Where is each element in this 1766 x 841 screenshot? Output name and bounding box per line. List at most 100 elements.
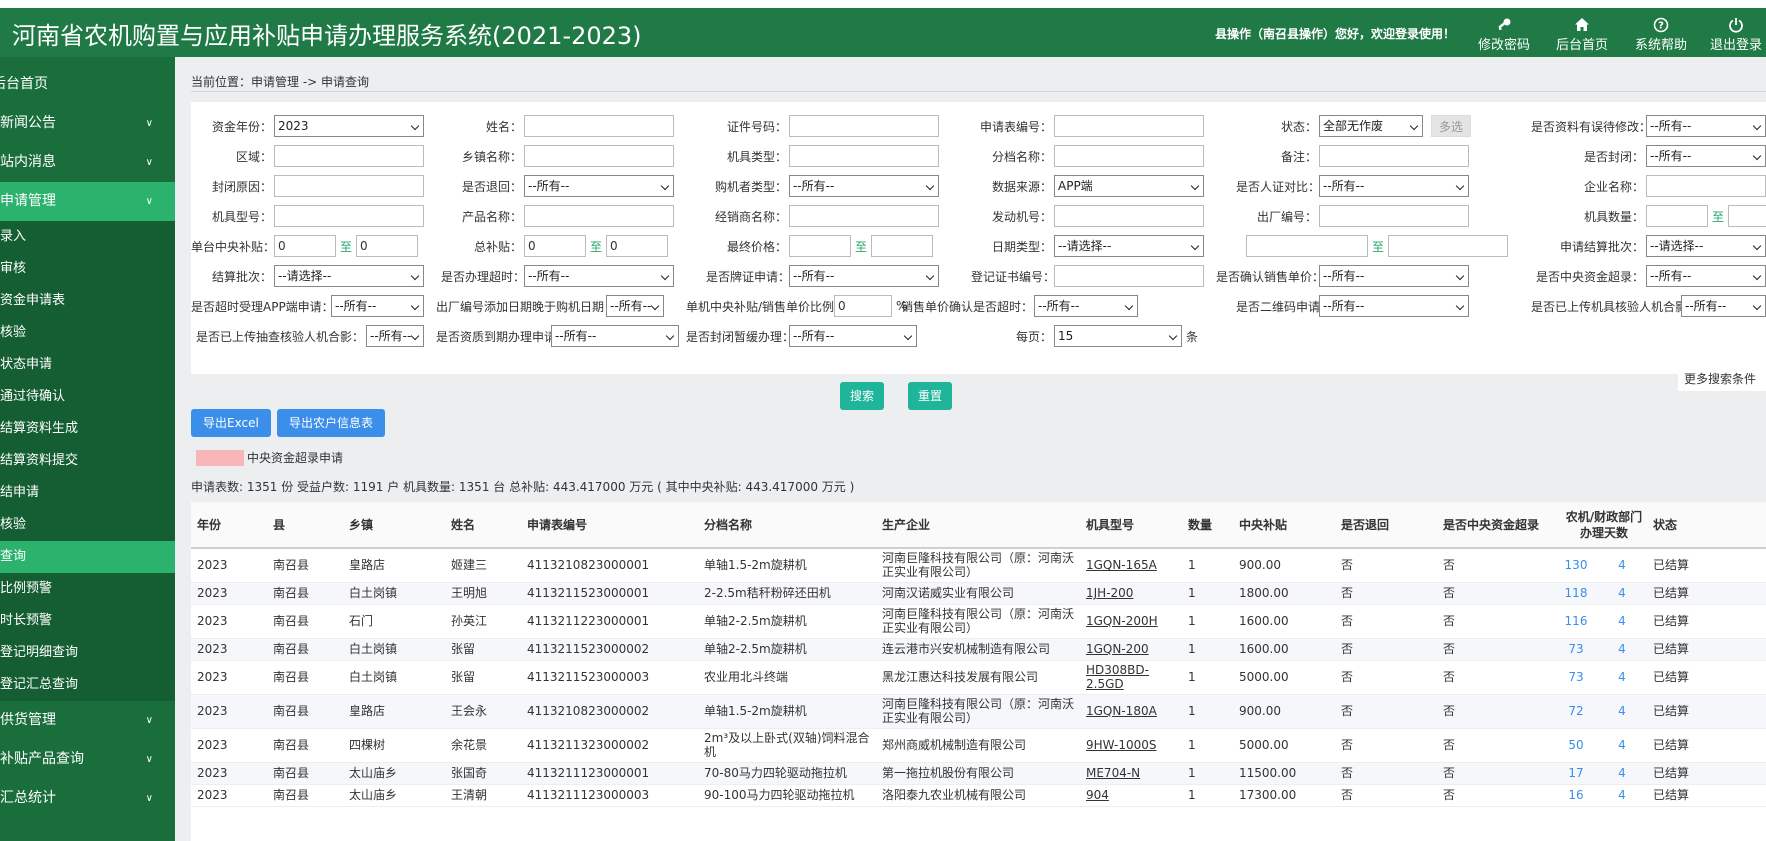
more-search-link[interactable]: 更多搜索条件 xyxy=(1678,367,1766,391)
company-input[interactable] xyxy=(1646,175,1766,197)
total-subsidy-from-input[interactable]: 0 xyxy=(524,235,586,257)
model-input[interactable] xyxy=(274,205,424,227)
column-header[interactable]: 状态 xyxy=(1647,502,1742,549)
table-cell[interactable]: ME704-N xyxy=(1080,762,1182,785)
table-cell[interactable]: 1GQN-200H xyxy=(1080,604,1182,639)
reset-button[interactable]: 重置 xyxy=(908,382,953,410)
table-row[interactable]: 2023 南召县 白土岗镇 张留 4113211523000003 农业用北斗终端 黑龙江惠… xyxy=(191,660,1766,695)
close-reason-input[interactable] xyxy=(274,175,424,197)
sidebar-item-products[interactable]: 补贴产品查询 ∨ xyxy=(0,740,175,779)
table-cell[interactable]: 1GQN-200 xyxy=(1080,638,1182,661)
sidebar-sub-item[interactable]: 状态申请 xyxy=(0,349,175,381)
column-header[interactable]: 中央补贴 xyxy=(1233,502,1335,549)
per-page-select[interactable]: 15 xyxy=(1054,325,1182,347)
sidebar-sub-item[interactable]: 核验 xyxy=(0,509,175,541)
multi-select-button[interactable]: 多选 xyxy=(1431,115,1472,137)
face-compare-select[interactable]: --所有-- xyxy=(1319,175,1469,197)
table-cell[interactable]: 4 xyxy=(1597,604,1647,639)
product-input[interactable] xyxy=(524,205,674,227)
table-cell[interactable]: 4 xyxy=(1597,728,1647,763)
column-header[interactable]: 申请表编号 xyxy=(521,502,698,549)
plate-select[interactable]: --所有-- xyxy=(789,265,939,287)
expire-select[interactable]: --所有-- xyxy=(551,325,679,347)
confirm-price-select[interactable]: --所有-- xyxy=(1319,265,1469,287)
table-cell[interactable]: 9HW-1000S xyxy=(1080,728,1182,763)
quantity-from-input[interactable] xyxy=(1646,205,1708,227)
overtime-select[interactable]: --所有-- xyxy=(524,265,674,287)
cert-no-input[interactable] xyxy=(1054,265,1204,287)
table-row[interactable]: 2023 南召县 四棵树 余花景 4113211323000002 2m³及以上卧式(双轴… xyxy=(191,728,1766,763)
factory-no-input[interactable] xyxy=(1319,205,1469,227)
quantity-to-input[interactable] xyxy=(1728,205,1766,227)
sidebar-sub-item[interactable]: 结算资料生成 xyxy=(0,413,175,445)
column-header[interactable]: 机具型号 xyxy=(1080,502,1182,549)
column-header[interactable]: 数量 xyxy=(1182,502,1233,549)
table-row[interactable]: 2023 南召县 皇路店 王会永 4113210823000002 单轴1.5-2m旋耕机… xyxy=(191,694,1766,729)
column-header[interactable]: 农机/财政部门办理天数 xyxy=(1555,502,1647,549)
sidebar-sub-item[interactable]: 核验 xyxy=(0,317,175,349)
sidebar-sub-item[interactable]: 审核 xyxy=(0,253,175,285)
table-cell[interactable]: 4 xyxy=(1597,548,1647,583)
sidebar-item-news[interactable]: 新闻公告 ∨ xyxy=(0,104,175,143)
price-confirm-over-select[interactable]: --所有-- xyxy=(1034,295,1138,317)
qr-select[interactable]: --所有-- xyxy=(1319,295,1469,317)
table-cell[interactable]: 72 xyxy=(1555,694,1597,729)
table-cell[interactable]: 130 xyxy=(1555,548,1597,583)
close-pause-select[interactable]: --所有-- xyxy=(789,325,917,347)
table-row[interactable]: 2023 南召县 白土岗镇 王明旭 4113211523000001 2-2.5m秸秆粉碎… xyxy=(191,582,1766,605)
engine-input[interactable] xyxy=(1054,205,1204,227)
sidebar-item-home[interactable]: 后台首页 xyxy=(0,65,175,104)
help-button[interactable]: ? 系统帮助 xyxy=(1625,14,1697,53)
table-cell[interactable]: 116 xyxy=(1555,604,1597,639)
table-cell[interactable]: 4 xyxy=(1597,762,1647,785)
sidebar-sub-item[interactable]: 登记汇总查询 xyxy=(0,669,175,701)
data-source-select[interactable]: APP端 xyxy=(1054,175,1204,197)
id-number-input[interactable] xyxy=(789,115,939,137)
date-to-input[interactable] xyxy=(1388,235,1509,257)
table-cell[interactable]: 1JH-200 xyxy=(1080,582,1182,605)
search-button[interactable]: 搜索 xyxy=(840,382,885,410)
sidebar-sub-item[interactable]: 时长预警 xyxy=(0,605,175,637)
ratio-input[interactable]: 0 xyxy=(834,295,892,317)
grade-input[interactable] xyxy=(1054,145,1204,167)
column-header[interactable]: 年份 xyxy=(191,502,267,549)
logout-button[interactable]: 退出登录 xyxy=(1700,14,1766,53)
sidebar-sub-item[interactable]: 通过待确认 xyxy=(0,381,175,413)
sidebar-item-supply[interactable]: 供货管理 ∨ xyxy=(0,701,175,740)
apply-batch-select[interactable]: --请选择-- xyxy=(1646,235,1766,257)
column-header[interactable]: 生产企业 xyxy=(876,502,1080,549)
export-excel-button[interactable]: 导出Excel xyxy=(191,409,271,437)
town-input[interactable] xyxy=(524,145,674,167)
column-header[interactable]: 是否退回 xyxy=(1335,502,1437,549)
sidebar-sub-item[interactable]: 结算资料提交 xyxy=(0,445,175,477)
name-input[interactable] xyxy=(524,115,674,137)
sidebar-sub-item[interactable]: 结申请 xyxy=(0,477,175,509)
home-button[interactable]: 后台首页 xyxy=(1546,14,1618,53)
column-header[interactable]: 是否中央资金超录 xyxy=(1437,502,1555,549)
change-password-button[interactable]: 修改密码 xyxy=(1468,14,1540,53)
table-cell[interactable]: 118 xyxy=(1555,582,1597,605)
data-error-select[interactable]: --所有-- xyxy=(1646,115,1766,137)
machine-type-input[interactable] xyxy=(789,145,939,167)
table-cell[interactable]: 4 xyxy=(1597,638,1647,661)
export-farmer-button[interactable]: 导出农户信息表 xyxy=(277,409,386,437)
sidebar-sub-item[interactable]: 比例预警 xyxy=(0,573,175,605)
sidebar-item-stats[interactable]: 汇总统计 ∨ xyxy=(0,779,175,818)
table-cell[interactable]: 1GQN-165A xyxy=(1080,548,1182,583)
table-cell[interactable]: 50 xyxy=(1555,728,1597,763)
app-no-input[interactable] xyxy=(1054,115,1204,137)
returned-select[interactable]: --所有-- xyxy=(524,175,674,197)
table-cell[interactable]: 17 xyxy=(1555,762,1597,785)
sidebar-item-messages[interactable]: 站内消息 ∨ xyxy=(0,143,175,182)
region-input[interactable] xyxy=(274,145,424,167)
buyer-type-select[interactable]: --所有-- xyxy=(789,175,939,197)
remark-input[interactable] xyxy=(1319,145,1469,167)
photo-select[interactable]: --所有-- xyxy=(1681,295,1766,317)
app-overtime-select[interactable]: --所有-- xyxy=(331,295,424,317)
table-row[interactable]: 2023 南召县 白土岗镇 张留 4113211523000002 单轴2-2.5m旋耕机… xyxy=(191,638,1766,661)
table-row[interactable]: 2023 南召县 石门 孙英江 4113211223000001 单轴2-2.5m旋耕机河… xyxy=(191,604,1766,639)
table-cell[interactable]: HD308BD-2.5GD xyxy=(1080,660,1182,695)
table-cell[interactable]: 904 xyxy=(1080,784,1182,807)
total-subsidy-to-input[interactable]: 0 xyxy=(606,235,669,257)
settle-batch-select[interactable]: --请选择-- xyxy=(274,265,424,287)
